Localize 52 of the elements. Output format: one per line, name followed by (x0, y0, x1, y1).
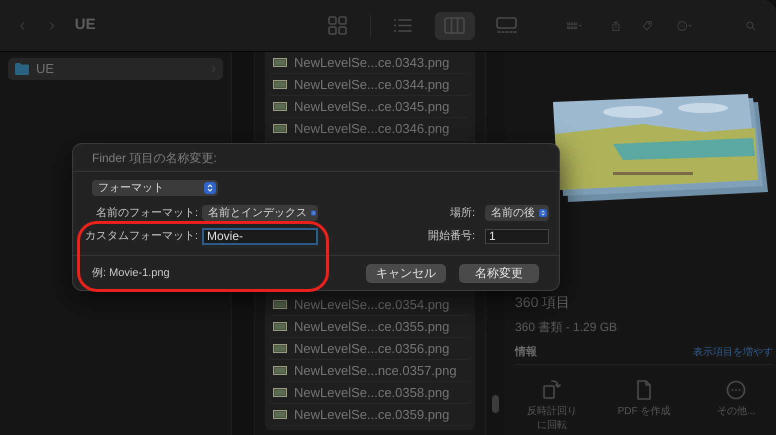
popup-button[interactable]: 名前の後 (485, 205, 549, 222)
scroll-thumb[interactable] (492, 395, 499, 413)
field-label: 場所: (450, 206, 475, 221)
field-label: 開始番号: (428, 228, 475, 244)
image-file-icon (273, 58, 287, 67)
image-file-icon (273, 366, 287, 375)
text-field[interactable]: Movie- (202, 228, 318, 244)
file-name[interactable]: NewLevelSe...ce.0356.png (294, 338, 450, 358)
action-label[interactable]: その他... (716, 404, 756, 418)
file-name[interactable]: NewLevelSe...ce.0358.png (294, 382, 450, 402)
image-file-icon (273, 410, 287, 419)
folder-icon (15, 63, 29, 75)
show-more-link[interactable]: 表示項目を増やす (693, 344, 773, 360)
image-file-icon (273, 102, 287, 111)
file-name[interactable]: NewLevelSe...ce.0344.png (294, 74, 450, 94)
file-name[interactable]: NewLevelSe...ce.0355.png (294, 316, 450, 336)
more-icon[interactable] (726, 378, 746, 400)
file-name[interactable]: NewLevelSe...ce.0354.png (294, 294, 450, 314)
image-file-icon (273, 388, 287, 397)
image-file-icon (273, 344, 287, 353)
file-name[interactable]: NewLevelSe...ce.0346.png (294, 118, 450, 138)
rotate-icon[interactable] (542, 378, 562, 400)
image-file-icon (273, 322, 287, 331)
dialog-button[interactable]: 名称変更 (459, 264, 539, 282)
file-name[interactable]: NewLevelSe...nce.0357.png (294, 360, 457, 380)
document-icon[interactable] (634, 378, 654, 400)
popup-button[interactable]: 名前とインデックス (202, 205, 318, 222)
image-file-icon (273, 124, 287, 133)
popup-button[interactable]: フォーマット (92, 180, 218, 196)
dialog-button[interactable]: キャンセル (366, 264, 446, 282)
number-field[interactable]: 1 (485, 228, 549, 244)
example-text: 例: Movie-1.png (92, 266, 170, 281)
dialog-title: Finder 項目の名称変更: (92, 150, 217, 166)
item-count: 360 項目 (515, 293, 572, 312)
window-title: UE (74, 15, 96, 36)
stepper-icon (204, 182, 216, 194)
grid-icon (326, 14, 350, 37)
sidebar-item[interactable]: UE (8, 58, 223, 80)
file-name[interactable]: NewLevelSe...ce.0359.png (294, 404, 450, 424)
view-mode-button[interactable] (434, 12, 475, 40)
image-file-icon (273, 80, 287, 89)
columns-icon (443, 14, 466, 37)
action-label[interactable]: 反時計回り に回転 (527, 404, 577, 432)
file-name[interactable]: NewLevelSe...ce.0343.png (294, 52, 450, 72)
action-label[interactable]: PDF を作成 (618, 404, 670, 418)
image-file-icon (273, 300, 287, 309)
field-label: カスタムフォーマット: (84, 228, 199, 244)
stepper-icon (539, 207, 547, 220)
file-name[interactable]: NewLevelSe...ce.0345.png (294, 96, 450, 116)
section-heading: 情報 (515, 344, 537, 360)
field-label: 名前のフォーマット: (94, 206, 199, 221)
item-summary: 360 書類 - 1.29 GB (515, 319, 618, 336)
